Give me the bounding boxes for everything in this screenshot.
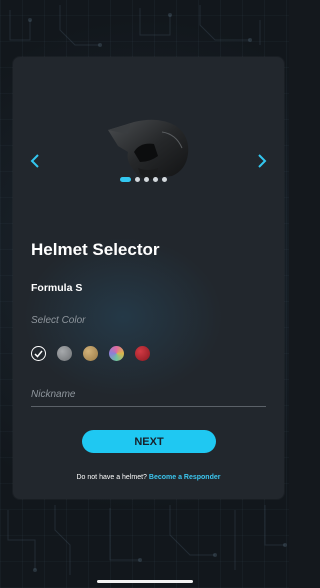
check-icon [34, 350, 43, 358]
color-swatches [31, 346, 150, 361]
carousel-next-button[interactable] [253, 152, 271, 170]
page-title: Helmet Selector [31, 240, 160, 259]
color-swatch-gold[interactable] [83, 346, 98, 361]
color-swatch-selected[interactable] [31, 346, 46, 361]
become-responder-link[interactable]: Become a Responder [149, 474, 221, 481]
next-button[interactable]: NEXT [82, 430, 216, 453]
color-swatch-gray[interactable] [57, 346, 72, 361]
select-color-label: Select Color [31, 315, 86, 326]
color-swatch-iridescent[interactable] [109, 346, 124, 361]
pagination-dot-active[interactable] [120, 177, 131, 182]
carousel-prev-button[interactable] [26, 152, 44, 170]
helmet-image [108, 119, 189, 180]
helmet-selector-card: Helmet Selector Formula S Select Color N… [13, 57, 284, 499]
footer-text: Do not have a helmet? [76, 474, 147, 481]
carousel-pagination [120, 177, 167, 182]
nickname-input[interactable] [31, 389, 266, 407]
footer-prompt: Do not have a helmet? Become a Responder [13, 474, 284, 481]
home-indicator[interactable] [97, 580, 193, 583]
pagination-dot[interactable] [144, 177, 149, 182]
pagination-dot[interactable] [162, 177, 167, 182]
chevron-right-icon [258, 154, 267, 168]
color-swatch-red[interactable] [135, 346, 150, 361]
pagination-dot[interactable] [153, 177, 158, 182]
helmet-model-name: Formula S [31, 282, 83, 294]
pagination-dot[interactable] [135, 177, 140, 182]
chevron-left-icon [30, 154, 39, 168]
